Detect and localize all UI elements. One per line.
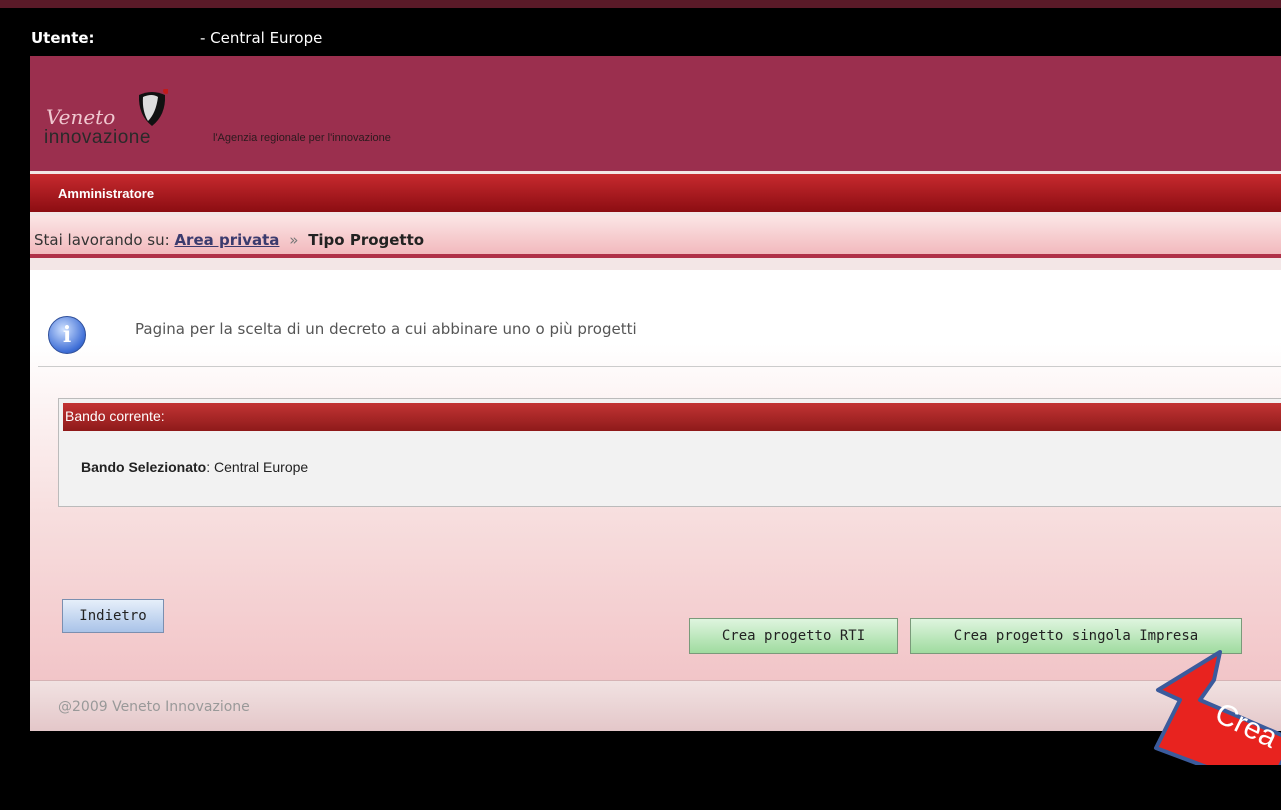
- bando-panel: Bando corrente: Bando Selezionato: Centr…: [58, 398, 1281, 507]
- bando-value: : Central Europe: [206, 459, 309, 475]
- footer: @2009 Veneto Innovazione: [30, 680, 1281, 731]
- bando-label: Bando Selezionato: [81, 459, 207, 475]
- logo-shield-icon: [138, 89, 168, 126]
- role-label: Amministratore: [58, 186, 155, 201]
- user-bar: Utente: - Central Europe: [0, 8, 1281, 56]
- divider: [38, 366, 1281, 367]
- breadcrumb: Stai lavorando su: Area privata » Tipo P…: [30, 216, 1281, 258]
- logo-word: innovazione: [44, 127, 151, 148]
- user-value: - Central Europe: [200, 29, 323, 47]
- logo-script: Veneto: [46, 105, 116, 129]
- arrow-icon: Crea: [1154, 650, 1281, 765]
- info-text: Pagina per la scelta di un decreto a cui…: [135, 320, 637, 338]
- annotation-arrow: Crea: [1118, 640, 1281, 765]
- breadcrumb-current: Tipo Progetto: [308, 231, 425, 249]
- panel-header: Bando corrente:: [63, 403, 1281, 431]
- panel-body: Bando Selezionato: Central Europe: [81, 459, 308, 475]
- role-bar: Amministratore: [30, 174, 1281, 212]
- copyright: @2009 Veneto Innovazione: [58, 699, 250, 715]
- breadcrumb-separator: »: [289, 231, 299, 249]
- tagline: l'Agenzia regionale per l'innovazione: [213, 132, 391, 144]
- logo[interactable]: Veneto innovazione: [44, 71, 204, 151]
- create-rti-button[interactable]: Crea progetto RTI: [689, 618, 898, 654]
- top-border: [0, 0, 1281, 8]
- breadcrumb-prefix: Stai lavorando su:: [34, 231, 170, 249]
- breadcrumb-link-area-privata[interactable]: Area privata: [174, 231, 279, 249]
- site-header: Veneto innovazione l'Agenzia regionale p…: [30, 56, 1281, 171]
- back-button[interactable]: Indietro: [62, 599, 164, 633]
- app-frame: Veneto innovazione l'Agenzia regionale p…: [30, 56, 1281, 731]
- info-icon: i: [48, 316, 86, 354]
- panel-title: Bando corrente:: [65, 408, 165, 424]
- user-label: Utente:: [31, 29, 95, 47]
